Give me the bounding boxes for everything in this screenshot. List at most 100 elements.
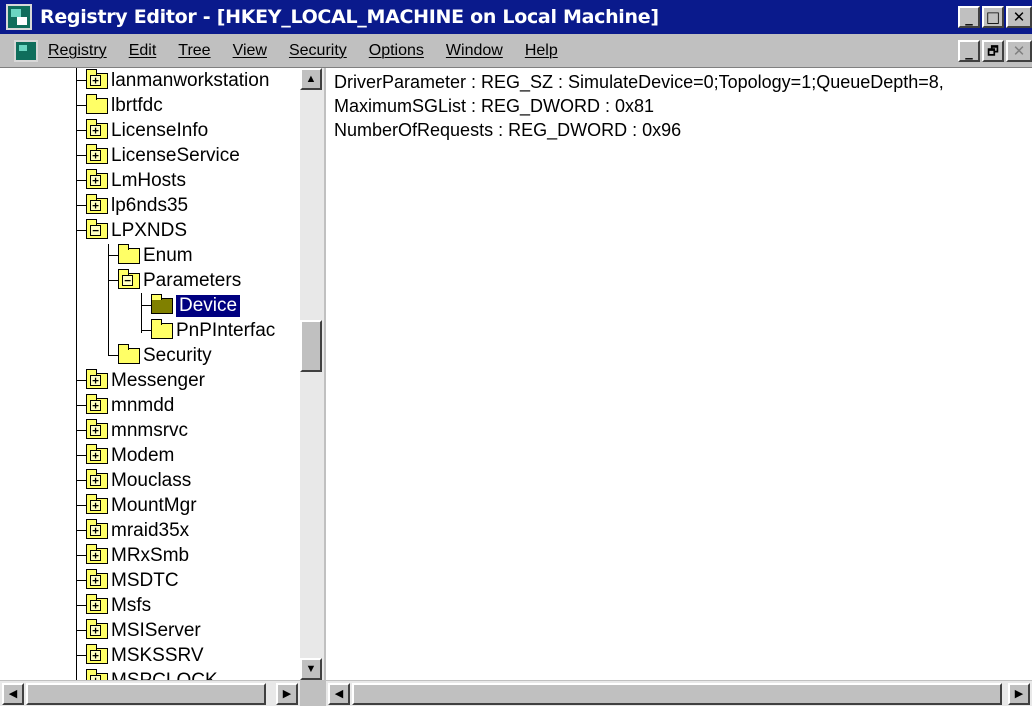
document-restore-button[interactable]: 🗗 — [982, 40, 1004, 62]
document-close-button[interactable]: ✕ — [1006, 40, 1032, 62]
tree-item-msiserver[interactable]: + MSIServer — [86, 618, 201, 643]
open-folder-icon[interactable]: − — [86, 218, 108, 239]
tree-connector-line — [108, 255, 118, 256]
tree-connector-line — [108, 280, 118, 281]
tree-scroll-left-button[interactable]: ◀ — [2, 683, 24, 705]
tree-item-lp6nds35[interactable]: + lp6nds35 — [86, 193, 188, 218]
document-minimize-button[interactable]: _ — [958, 40, 980, 62]
title-bar: Registry Editor - [HKEY_LOCAL_MACHINE on… — [0, 0, 1032, 34]
folder-icon[interactable]: + — [86, 568, 108, 589]
tree-item-mskssrv[interactable]: + MSKSSRV — [86, 643, 204, 668]
tree-item-modem[interactable]: + Modem — [86, 443, 174, 468]
tree-item-mnmdd[interactable]: + mnmdd — [86, 393, 174, 418]
tree-horizontal-scrollbar[interactable]: ◀ ▶ — [0, 680, 300, 706]
tree-item-mountmgr[interactable]: + MountMgr — [86, 493, 197, 518]
folder-icon[interactable]: + — [86, 443, 108, 464]
open-folder-icon[interactable]: − — [118, 268, 140, 289]
scroll-up-button[interactable]: ▲ — [300, 68, 322, 90]
folder-icon[interactable]: + — [86, 193, 108, 214]
folder-icon[interactable]: + — [86, 118, 108, 139]
tree-scroll-right-button[interactable]: ▶ — [276, 683, 298, 705]
folder-icon — [151, 318, 173, 339]
folder-icon[interactable]: + — [86, 543, 108, 564]
tree-item-lanmanworkstation[interactable]: + lanmanworkstation — [86, 68, 269, 93]
tree-item-msdtc[interactable]: + MSDTC — [86, 568, 179, 593]
scroll-down-button[interactable]: ▼ — [300, 658, 322, 680]
folder-icon[interactable]: + — [86, 418, 108, 439]
folder-icon[interactable]: + — [86, 518, 108, 539]
tree-connector-line — [76, 68, 77, 680]
values-horizontal-thumb[interactable] — [352, 683, 1002, 705]
minimize-button[interactable]: _ — [958, 6, 980, 28]
tree-item-mspclock[interactable]: + MSPCLOCK — [86, 668, 218, 680]
folder-icon[interactable]: + — [86, 68, 108, 89]
folder-icon[interactable]: + — [86, 393, 108, 414]
tree-item-enum[interactable]: Enum — [118, 243, 193, 268]
tree-item-mnmsrvc[interactable]: + mnmsrvc — [86, 418, 188, 443]
tree-item-label: LPXNDS — [111, 219, 188, 241]
menu-edit[interactable]: Edit — [129, 42, 157, 60]
key-tree-pane[interactable]: + lanmanworkstation lbrtfdc + LicenseInf… — [0, 68, 324, 680]
tree-connector-line — [76, 655, 86, 656]
tree-item-licenseservice[interactable]: + LicenseService — [86, 143, 240, 168]
menu-help[interactable]: Help — [525, 42, 558, 60]
tree-connector-line — [76, 130, 86, 131]
tree-item-security[interactable]: Security — [118, 343, 212, 368]
tree-item-label: lp6nds35 — [111, 194, 189, 216]
tree-item-lpxnds[interactable]: − LPXNDS — [86, 218, 187, 243]
tree-item-pnpinterface[interactable]: PnPInterfac — [151, 318, 275, 343]
menu-registry[interactable]: Registry — [48, 42, 107, 60]
value-entry[interactable]: MaximumSGList : REG_DWORD : 0x81 — [334, 96, 654, 117]
tree-connector-line — [76, 230, 86, 231]
tree-item-parameters[interactable]: − Parameters — [118, 268, 241, 293]
tree-connector-line — [76, 455, 86, 456]
tree-item-label: PnPInterfac — [176, 319, 276, 341]
tree-item-mraid35x[interactable]: + mraid35x — [86, 518, 189, 543]
menu-security[interactable]: Security — [289, 42, 347, 60]
tree-item-licenseinfo[interactable]: + LicenseInfo — [86, 118, 208, 143]
tree-item-label: LmHosts — [111, 169, 186, 191]
tree-item-mrxsmb[interactable]: + MRxSmb — [86, 543, 189, 568]
document-window-icon[interactable] — [14, 39, 38, 62]
value-entry[interactable]: DriverParameter : REG_SZ : SimulateDevic… — [334, 72, 944, 93]
tree-item-device[interactable]: Device — [151, 293, 241, 318]
values-pane[interactable]: DriverParameter : REG_SZ : SimulateDevic… — [326, 68, 1032, 680]
value-entry[interactable]: NumberOfRequests : REG_DWORD : 0x96 — [334, 120, 681, 141]
tree-item-label: Security — [143, 344, 212, 366]
folder-icon — [86, 93, 108, 114]
tree-item-mouclass[interactable]: + Mouclass — [86, 468, 191, 493]
menu-tree[interactable]: Tree — [178, 42, 210, 60]
menu-view[interactable]: View — [233, 42, 267, 60]
folder-icon — [118, 243, 140, 264]
folder-icon[interactable]: + — [86, 468, 108, 489]
folder-icon[interactable]: + — [86, 143, 108, 164]
close-button[interactable]: ✕ — [1006, 6, 1032, 28]
maximize-button[interactable]: □ — [982, 6, 1004, 28]
tree-item-lbrtfdc[interactable]: lbrtfdc — [86, 93, 163, 118]
tree-connector-line — [76, 630, 86, 631]
menu-options[interactable]: Options — [369, 42, 424, 60]
tree-item-messenger[interactable]: + Messenger — [86, 368, 205, 393]
tree-item-lmhosts[interactable]: + LmHosts — [86, 168, 186, 193]
folder-icon[interactable]: + — [86, 668, 108, 680]
menu-window[interactable]: Window — [446, 42, 503, 60]
values-scroll-right-button[interactable]: ▶ — [1008, 683, 1030, 705]
registry-app-icon[interactable] — [6, 4, 32, 30]
folder-icon[interactable]: + — [86, 168, 108, 189]
folder-icon[interactable]: + — [86, 618, 108, 639]
folder-icon[interactable]: + — [86, 593, 108, 614]
tree-horizontal-thumb[interactable] — [26, 683, 266, 705]
values-horizontal-scrollbar[interactable]: ◀ ▶ — [326, 680, 1032, 706]
tree-item-label: LicenseService — [111, 144, 240, 166]
folder-icon[interactable]: + — [86, 493, 108, 514]
tree-scroll-thumb[interactable] — [300, 320, 322, 372]
tree-item-msfs[interactable]: + Msfs — [86, 593, 151, 618]
tree-vertical-scrollbar[interactable]: ▲ ▼ — [300, 68, 324, 680]
open-folder-icon — [151, 293, 173, 314]
values-scroll-left-button[interactable]: ◀ — [328, 683, 350, 705]
folder-icon[interactable]: + — [86, 368, 108, 389]
selected-tree-item-label: Device — [176, 294, 241, 317]
tree-connector-line — [76, 555, 86, 556]
tree-item-label: MSDTC — [111, 569, 179, 591]
folder-icon[interactable]: + — [86, 643, 108, 664]
